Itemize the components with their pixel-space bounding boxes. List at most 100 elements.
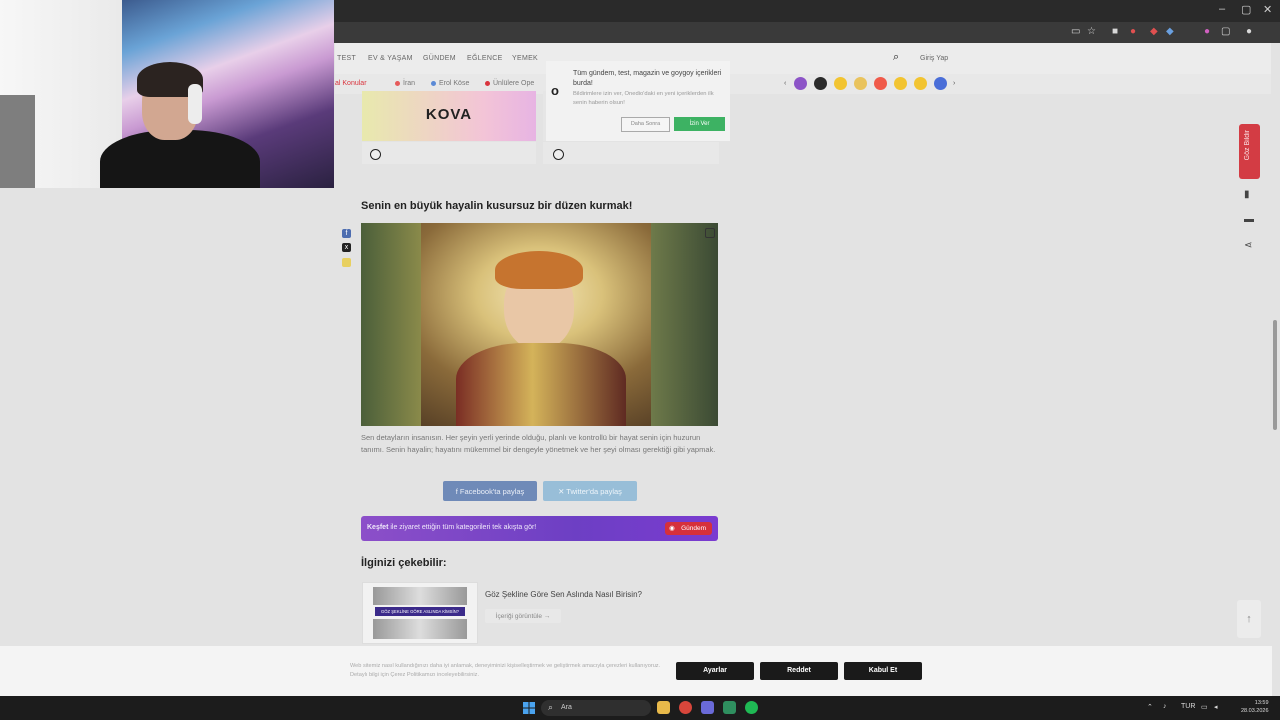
subnav-item[interactable]: İran [395, 80, 415, 87]
nav-test[interactable]: TEST [337, 55, 356, 62]
follow-tab[interactable]: Göz Bildir [1239, 124, 1260, 179]
windows-taskbar: ⌕ Ara ⌃ ♪ TUR ▭ ◂ 13:59 28.03.2026 [0, 696, 1280, 720]
search-icon[interactable]: ⌕ [893, 51, 899, 64]
language-indicator[interactable]: TUR [1181, 703, 1195, 710]
popup-title: Tüm gündem, test, magazin ve goygoy içer… [573, 70, 722, 87]
quiz-option-footer[interactable] [362, 142, 536, 164]
gundem-badge[interactable]: ◉ Gündem [665, 522, 712, 535]
cookie-text: Web sitemiz nasıl kullandığınızı daha iy… [350, 663, 661, 678]
facebook-share-button[interactable]: f Facebook'ta paylaş [443, 481, 537, 501]
star-icon[interactable]: ☆ [1087, 26, 1096, 37]
cookie-consent-bar: Web sitemiz nasıl kullandığınızı daha iy… [0, 646, 1272, 696]
headphone [188, 84, 202, 124]
related-heading: İlginizi çekebilir: [361, 557, 447, 569]
search-icon: ⌕ [548, 702, 554, 712]
facebook-icon[interactable]: f [342, 229, 351, 238]
nav-eglence[interactable]: EĞLENCE [467, 55, 503, 62]
cookie-reject-button[interactable]: Reddet [760, 662, 838, 680]
bookmark-icon[interactable]: ▮ [1244, 189, 1250, 200]
puzzle-icon[interactable]: ● [1204, 26, 1210, 37]
subnav-item[interactable]: al Konular [335, 80, 367, 87]
later-button[interactable]: Daha Sonra [621, 117, 670, 132]
volume-icon[interactable]: ◂ [1214, 703, 1218, 711]
scrollbar[interactable] [1273, 320, 1277, 430]
image-background [361, 223, 421, 426]
extension-icon-2[interactable]: ● [1130, 26, 1136, 37]
allow-button[interactable]: İzin Ver [674, 117, 725, 131]
chevron-right-icon[interactable]: › [953, 80, 955, 87]
login-link[interactable]: Giriş Yap [920, 55, 948, 62]
quiz-option-kova[interactable]: KOVA [362, 91, 536, 141]
app-icon[interactable] [723, 701, 736, 714]
popup-subtitle: Bildirimlere izin ver, Onedio'daki en ye… [573, 91, 714, 106]
webcam-overlay [0, 0, 334, 188]
profile-icon[interactable]: ● [1246, 26, 1252, 37]
view-content-button[interactable]: İçeriği görüntüle → [485, 609, 561, 623]
clock[interactable]: 13:59 28.03.2026 [1241, 699, 1269, 715]
expand-icon[interactable] [705, 228, 715, 238]
site-header: TEST EV & YAŞAM GÜNDEM EĞLENCE YEMEK ⌕ G… [335, 43, 1271, 74]
menu-icon[interactable]: ▢ [1221, 26, 1230, 37]
radio-button[interactable] [370, 149, 381, 160]
microphone-icon[interactable]: ♪ [1163, 703, 1167, 710]
image-background [651, 223, 718, 426]
topic-dot-icon [431, 80, 436, 86]
notification-popup: o Tüm gündem, test, magazin ve goygoy iç… [546, 61, 730, 141]
reaction-emoji-icon[interactable] [794, 77, 807, 90]
subnav-item[interactable]: Erol Köse [431, 80, 469, 87]
spotify-icon[interactable] [745, 701, 758, 714]
reaction-emoji-icon[interactable] [854, 77, 867, 90]
result-title: Senin en büyük hayalin kusursuz bir düze… [361, 200, 633, 212]
close-window-button[interactable]: ✕ [1263, 3, 1272, 16]
nav-yemek[interactable]: YEMEK [512, 55, 538, 62]
file-explorer-icon[interactable] [657, 701, 670, 714]
discord-icon[interactable] [701, 701, 714, 714]
chevron-up-icon[interactable]: ⌃ [1147, 703, 1153, 711]
kesfet-banner[interactable]: Keşfet ile ziyaret ettiğin tüm kategoril… [361, 516, 718, 541]
twitter-share-button[interactable]: ✕ Twitter'da paylaş [543, 481, 637, 501]
extension-icon[interactable]: ■ [1112, 26, 1118, 37]
chrome-icon[interactable] [679, 701, 692, 714]
related-thumbnail[interactable]: GÖZ ŞEKLİNE GÖRE ASLINDA KİMSİN? [362, 582, 478, 644]
cookie-settings-button[interactable]: Ayarlar [676, 662, 754, 680]
network-icon[interactable]: ▭ [1201, 703, 1208, 711]
share-icon[interactable] [342, 258, 351, 267]
quiz-option-footer[interactable] [543, 142, 719, 164]
extension-icon-3[interactable]: ◆ [1150, 26, 1158, 37]
nav-ev-yasam[interactable]: EV & YAŞAM [368, 55, 413, 62]
reaction-emoji-icon[interactable] [894, 77, 907, 90]
comment-icon[interactable]: ▬ [1244, 214, 1254, 225]
reaction-emoji-icon[interactable] [874, 77, 887, 90]
taskbar-search[interactable]: ⌕ Ara [541, 700, 651, 716]
gundem-icon: ◉ [669, 525, 675, 532]
windows-start-icon[interactable] [523, 702, 535, 714]
reaction-emoji-icon[interactable] [914, 77, 927, 90]
screen-cast-icon[interactable]: ▭ [1071, 26, 1080, 37]
minimize-button[interactable]: – [1219, 3, 1225, 15]
scroll-top-button[interactable]: ↑ [1237, 600, 1261, 638]
reaction-emoji-icon[interactable] [814, 77, 827, 90]
nav-gundem[interactable]: GÜNDEM [423, 55, 456, 62]
x-twitter-icon[interactable]: x [342, 243, 351, 252]
result-image [361, 223, 718, 426]
maximize-button[interactable]: ▢ [1241, 3, 1251, 16]
related-title[interactable]: Göz Şekline Göre Sen Aslında Nasıl Biris… [485, 590, 642, 599]
extension-icon-4[interactable]: ◆ [1166, 26, 1174, 37]
quiz-option-label: KOVA [425, 106, 473, 123]
subnav-item[interactable]: Ünlülere Ope [485, 80, 534, 87]
topic-dot-icon [395, 80, 400, 86]
eyes-image [373, 587, 467, 605]
woman-sweater [456, 343, 626, 426]
radio-button[interactable] [553, 149, 564, 160]
cookie-accept-button[interactable]: Kabul Et [844, 662, 922, 680]
room-door [0, 95, 35, 188]
result-description: Sen detayların insanısın. Her şeyin yerl… [361, 433, 716, 454]
arrow-right-icon: → [543, 613, 551, 620]
onedio-logo-icon: o [551, 83, 559, 98]
reaction-emoji-icon[interactable] [934, 77, 947, 90]
topic-dot-icon [485, 80, 490, 86]
eyes-image [373, 619, 467, 639]
chevron-left-icon[interactable]: ‹ [784, 80, 786, 87]
reaction-emoji-icon[interactable] [834, 77, 847, 90]
share-icon[interactable]: ⋖ [1244, 240, 1252, 251]
